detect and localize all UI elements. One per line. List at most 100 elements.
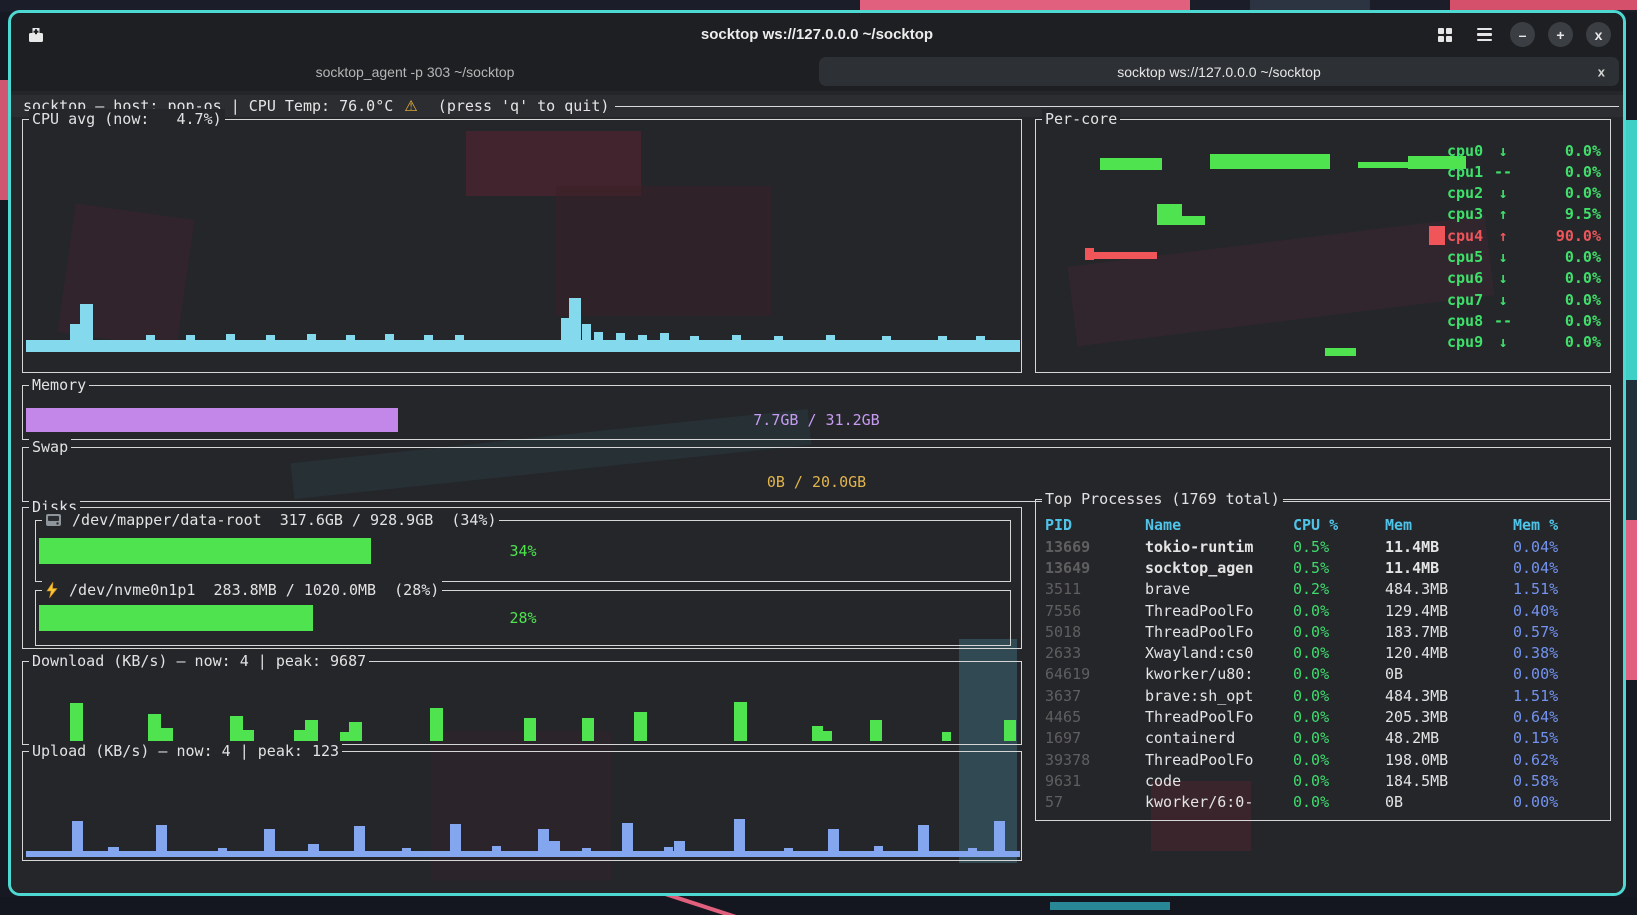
- terminal-content[interactable]: socktop — host: pop-os | CPU Temp: 76.0°…: [11, 91, 1623, 893]
- process-row: 13669tokio-runtim0.5%11.4MB0.04%: [1036, 536, 1610, 557]
- chart-bar: [307, 334, 316, 352]
- process-cell-memp: 0.04%: [1513, 559, 1601, 577]
- chart-bar: [1085, 248, 1094, 260]
- chart-bar: [582, 718, 594, 741]
- process-cell-name: brave:sh_opt: [1145, 687, 1293, 705]
- process-row: 5018ThreadPoolFo0.0%183.7MB0.57%: [1036, 621, 1610, 642]
- chart-bar: [156, 825, 167, 857]
- tab-socktop-agent[interactable]: socktop_agent -p 303 ~/socktop: [15, 57, 815, 86]
- core-usage-value: 9.5%: [1519, 205, 1601, 223]
- chart-bar: [148, 714, 161, 741]
- chart-bar: [1157, 204, 1182, 225]
- download-panel: Download (KB/s) — now: 4 | peak: 9687: [22, 661, 1022, 745]
- process-cell-cpu: 0.0%: [1293, 665, 1385, 683]
- processes-title: Top Processes (1769 total): [1042, 489, 1283, 509]
- chart-bar: [664, 847, 673, 857]
- new-tab-button[interactable]: [23, 22, 49, 48]
- chart-bar: [976, 336, 985, 352]
- core-marker: [1429, 290, 1445, 309]
- menu-button[interactable]: [1471, 22, 1497, 48]
- wallpaper-shape: [1050, 902, 1170, 910]
- process-cell-memp: 1.51%: [1513, 687, 1601, 705]
- process-row: 9631code0.0%184.5MB0.58%: [1036, 770, 1610, 791]
- chart-bar: [72, 821, 83, 857]
- alert-marker-icon: [1429, 226, 1445, 245]
- chart-bar: [1325, 348, 1356, 356]
- process-row: 3511brave0.2%484.3MB1.51%: [1036, 579, 1610, 600]
- disk-item-nvme: /dev/nvme0n1p1 283.8MB / 1020.0MB (28%) …: [35, 590, 1011, 646]
- chart-bar: [828, 829, 839, 857]
- chart-bar: [354, 826, 365, 857]
- chart-bar: [1182, 216, 1205, 225]
- tab-close-icon[interactable]: x: [1598, 64, 1605, 79]
- disk-gauge: 34%: [39, 538, 1007, 564]
- maximize-button[interactable]: +: [1548, 22, 1573, 47]
- chart-bar: [549, 841, 560, 857]
- disk-item-text: /dev/nvme0n1p1 283.8MB / 1020.0MB (28%): [60, 580, 439, 600]
- core-name: cpu3: [1447, 205, 1487, 223]
- wallpaper-shape: [860, 0, 1190, 10]
- core-trend-icon: ↑: [1487, 205, 1519, 223]
- tab-overview-button[interactable]: [1432, 22, 1458, 48]
- process-cell-memp: 0.04%: [1513, 538, 1601, 556]
- disk-item-title: /dev/mapper/data-root 317.6GB / 928.9GB …: [42, 510, 499, 530]
- upload-panel: Upload (KB/s) — now: 4 | peak: 123: [22, 751, 1022, 861]
- chart-bar: [968, 848, 977, 857]
- processes-column-header: Name: [1145, 516, 1293, 534]
- processes-panel: Top Processes (1769 total) PIDNameCPU %M…: [1035, 499, 1611, 821]
- chart-bar: [870, 720, 882, 741]
- process-cell-cpu: 0.0%: [1293, 793, 1385, 811]
- chart-bar: [146, 335, 155, 352]
- chart-bar: [1358, 162, 1408, 168]
- process-cell-mem: 48.2MB: [1385, 729, 1513, 747]
- core-row-cpu3: cpu3↑9.5%: [1429, 204, 1601, 225]
- process-cell-mem: 0B: [1385, 793, 1513, 811]
- chart-bar: [774, 336, 783, 352]
- process-cell-cpu: 0.0%: [1293, 708, 1385, 726]
- process-cell-mem: 484.3MB: [1385, 687, 1513, 705]
- core-row-cpu6: cpu6↓0.0%: [1429, 268, 1601, 289]
- close-button[interactable]: x: [1586, 22, 1611, 47]
- chart-bar: [70, 703, 83, 741]
- core-usage-value: 0.0%: [1519, 269, 1601, 287]
- wallpaper-shape: [1626, 380, 1637, 520]
- chart-bar: [1100, 158, 1162, 170]
- process-cell-name: kworker/6:0-: [1145, 793, 1293, 811]
- hamburger-icon: [1477, 28, 1492, 42]
- core-row-cpu8: cpu8--0.0%: [1429, 310, 1601, 331]
- processes-column-header: Mem: [1385, 516, 1513, 534]
- swap-gauge: 0B / 20.0GB: [26, 470, 1607, 494]
- core-marker: [1429, 141, 1445, 160]
- core-name: cpu7: [1447, 291, 1487, 309]
- chart-bar: [1004, 720, 1016, 741]
- core-marker: [1429, 205, 1445, 224]
- core-usage-value: 0.0%: [1519, 248, 1601, 266]
- chart-bar: [994, 821, 1005, 857]
- core-row-cpu2: cpu2↓0.0%: [1429, 183, 1601, 204]
- wallpaper-shape: [1450, 0, 1637, 10]
- process-cell-cpu: 0.0%: [1293, 644, 1385, 662]
- chart-bar: [402, 848, 411, 857]
- process-cell-cpu: 0.0%: [1293, 751, 1385, 769]
- chart-bar: [385, 334, 394, 352]
- disk-gauge-label: 28%: [39, 605, 1007, 631]
- process-cell-pid: 9631: [1045, 772, 1145, 790]
- minimize-button[interactable]: –: [1510, 22, 1535, 47]
- chart-bar: [660, 333, 669, 352]
- process-cell-memp: 0.40%: [1513, 602, 1601, 620]
- chart-bar: [26, 340, 1020, 352]
- per-core-panel: Per-core cpu0↓0.0%cpu1--0.0%cpu2↓0.0%cpu…: [1035, 119, 1611, 373]
- chart-bar: [450, 824, 461, 857]
- core-trend-icon: ↑: [1487, 227, 1519, 245]
- tab-socktop-client[interactable]: socktop ws://127.0.0.0 ~/socktop x: [819, 57, 1619, 86]
- core-row-cpu0: cpu0↓0.0%: [1429, 140, 1601, 161]
- app-header: socktop — host: pop-os | CPU Temp: 76.0°…: [11, 95, 1623, 117]
- process-cell-pid: 5018: [1045, 623, 1145, 641]
- core-usage-value: 90.0%: [1519, 227, 1601, 245]
- upload-chart: [26, 754, 1018, 857]
- chart-bar: [674, 841, 685, 857]
- process-cell-memp: 0.15%: [1513, 729, 1601, 747]
- process-cell-cpu: 0.0%: [1293, 687, 1385, 705]
- process-cell-pid: 57: [1045, 793, 1145, 811]
- core-marker: [1429, 248, 1445, 267]
